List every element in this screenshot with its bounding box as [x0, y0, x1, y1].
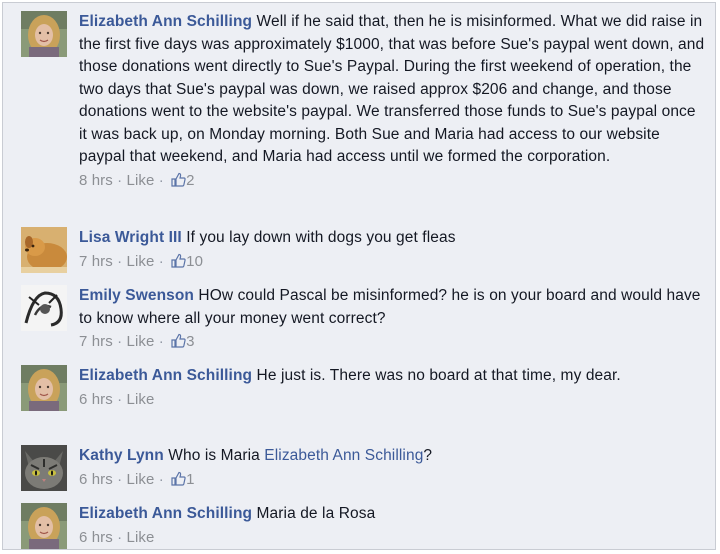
comment-thread: Elizabeth Ann Schilling Well if he said …: [2, 2, 716, 550]
meta-separator: ·: [117, 252, 123, 270]
thumbs-up-icon[interactable]: [171, 333, 186, 355]
like-count[interactable]: 2: [186, 172, 194, 189]
comment-author-link[interactable]: Elizabeth Ann Schilling: [79, 367, 252, 384]
meta-separator: ·: [117, 470, 123, 488]
like-button[interactable]: Like: [127, 529, 155, 546]
comment-text: Maria de la Rosa: [256, 505, 376, 522]
like-button[interactable]: Like: [127, 391, 155, 408]
comment-timestamp[interactable]: 8 hrs: [79, 172, 113, 189]
comment-author-link[interactable]: Elizabeth Ann Schilling: [79, 505, 252, 522]
thumbs-up-icon[interactable]: [171, 172, 186, 194]
like-count[interactable]: 3: [186, 333, 194, 350]
woman-portrait-avatar[interactable]: [21, 503, 67, 549]
cat-avatar[interactable]: [21, 445, 67, 491]
like-button[interactable]: Like: [127, 333, 155, 350]
like-button[interactable]: Like: [127, 471, 155, 488]
comment-meta: 7 hrs · Like · 10: [79, 251, 705, 275]
meta-separator: ·: [158, 252, 164, 270]
thumbs-up-icon[interactable]: [171, 471, 186, 493]
meta-separator: ·: [117, 528, 123, 546]
comment-text: Well if he said that, then he is misinfo…: [79, 13, 705, 165]
dog-avatar[interactable]: [21, 227, 67, 273]
comment-meta: 6 hrs · Like: [79, 389, 705, 411]
comment-meta: 7 hrs · Like · 3: [79, 331, 705, 355]
thumbs-up-icon[interactable]: [171, 253, 186, 275]
comment-text: ?: [423, 447, 433, 464]
like-count[interactable]: 1: [186, 471, 194, 488]
sketch-avatar[interactable]: [21, 285, 67, 331]
woman-portrait-avatar[interactable]: [21, 365, 67, 411]
meta-separator: ·: [117, 171, 123, 189]
comment-author-link[interactable]: Kathy Lynn: [79, 447, 164, 464]
comment-timestamp[interactable]: 6 hrs: [79, 471, 113, 488]
comment-timestamp[interactable]: 7 hrs: [79, 253, 113, 270]
comment-text: Who is Maria: [168, 447, 265, 464]
mention-link[interactable]: Elizabeth Ann Schilling: [264, 447, 423, 464]
comment-timestamp[interactable]: 6 hrs: [79, 529, 113, 546]
like-count[interactable]: 10: [186, 253, 203, 270]
meta-separator: ·: [117, 390, 123, 408]
comment-author-link[interactable]: Elizabeth Ann Schilling: [79, 13, 252, 30]
comment-meta: 8 hrs · Like · 2: [79, 170, 705, 194]
comment-author-link[interactable]: Lisa Wright III: [79, 229, 182, 246]
woman-portrait-avatar[interactable]: [21, 11, 67, 57]
like-button[interactable]: Like: [127, 253, 155, 270]
like-button[interactable]: Like: [127, 172, 155, 189]
comment-author-link[interactable]: Emily Swenson: [79, 287, 194, 304]
comment-timestamp[interactable]: 7 hrs: [79, 333, 113, 350]
comment-timestamp[interactable]: 6 hrs: [79, 391, 113, 408]
meta-separator: ·: [158, 171, 164, 189]
comment-meta: 6 hrs · Like: [79, 527, 705, 549]
meta-separator: ·: [158, 470, 164, 488]
comment-text: He just is. There was no board at that t…: [256, 367, 621, 384]
meta-separator: ·: [117, 333, 123, 350]
comment-text: If you lay down with dogs you get fleas: [186, 229, 456, 246]
comment-meta: 6 hrs · Like · 1: [79, 469, 705, 493]
meta-separator: ·: [158, 333, 164, 350]
